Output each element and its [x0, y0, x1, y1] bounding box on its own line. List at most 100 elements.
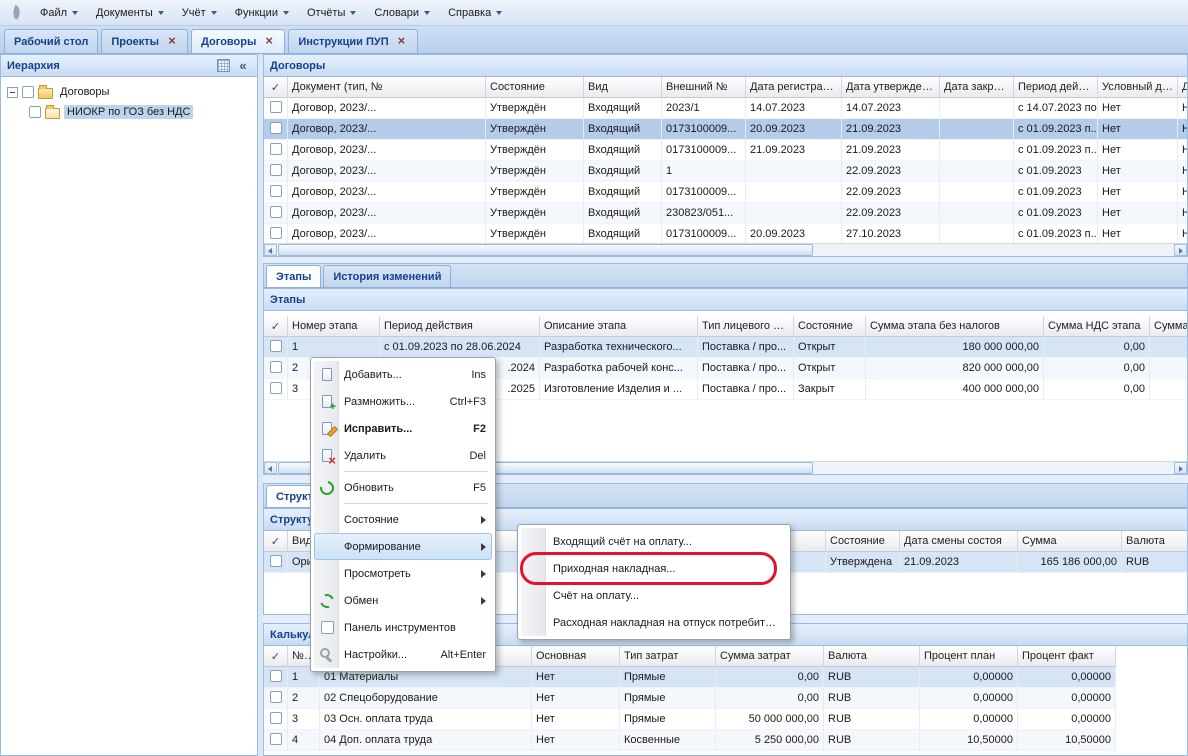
- column-header[interactable]: ✓: [264, 77, 288, 98]
- submenu-item[interactable]: Счёт на оплату...: [521, 582, 787, 609]
- row-checkbox[interactable]: [270, 227, 282, 239]
- row-checkbox[interactable]: [270, 101, 282, 113]
- tree-node[interactable]: Договоры: [4, 82, 254, 102]
- column-header[interactable]: Сумма затрат: [716, 646, 824, 667]
- table-row[interactable]: 303 Осн. оплата трудаНетПрямые50 000 000…: [264, 709, 1116, 730]
- column-header[interactable]: Тип лицевого счёт: [698, 316, 794, 337]
- row-checkbox[interactable]: [270, 164, 282, 176]
- context-menu-item[interactable]: Просмотреть: [314, 560, 492, 587]
- tree-node[interactable]: НИОКР по ГОЗ без НДС: [4, 102, 254, 122]
- column-header[interactable]: Сумма эт...: [1150, 316, 1187, 337]
- row-checkbox[interactable]: [270, 185, 282, 197]
- table-row[interactable]: Договор, 2023/...УтверждёнВходящий017310…: [264, 119, 1187, 140]
- workspace-tab[interactable]: Рабочий стол: [4, 29, 98, 53]
- context-menu-item[interactable]: Состояние: [314, 506, 492, 533]
- row-checkbox[interactable]: [270, 361, 282, 373]
- menubar-item[interactable]: Документы: [88, 3, 172, 23]
- node-checkbox[interactable]: [22, 86, 34, 98]
- context-menu-item[interactable]: Обмен: [314, 587, 492, 614]
- row-checkbox[interactable]: [270, 206, 282, 218]
- row-checkbox[interactable]: [270, 733, 282, 745]
- tree-expander-icon[interactable]: [7, 87, 18, 98]
- column-header[interactable]: Состояние: [794, 316, 866, 337]
- submenu-item[interactable]: Приходная накладная...: [521, 555, 787, 582]
- row-checkbox[interactable]: [270, 340, 282, 352]
- column-header[interactable]: Сумма этапа без налогов: [866, 316, 1044, 337]
- column-header[interactable]: ✓: [264, 316, 288, 337]
- tab-close-icon[interactable]: [263, 36, 275, 48]
- column-header[interactable]: Процент факт: [1018, 646, 1116, 667]
- context-menu-item[interactable]: Формирование: [314, 533, 492, 560]
- submenu-item[interactable]: Входящий счёт на оплату...: [521, 528, 787, 555]
- column-header[interactable]: Условный договор: [1098, 77, 1178, 98]
- column-header[interactable]: Валюта: [824, 646, 920, 667]
- row-checkbox[interactable]: [270, 555, 282, 567]
- context-menu-item[interactable]: Настройки...Alt+Enter: [314, 641, 492, 668]
- column-header[interactable]: Дата утверждения: [842, 77, 940, 98]
- table-row[interactable]: Договор, 2023/...УтверждёнВходящий017310…: [264, 182, 1187, 203]
- row-checkbox[interactable]: [270, 382, 282, 394]
- column-header[interactable]: Внешний №: [662, 77, 746, 98]
- column-header[interactable]: ✓: [264, 646, 288, 667]
- table-row[interactable]: Договор, 2023/...УтверждёнВходящий017310…: [264, 140, 1187, 161]
- submenu-item[interactable]: Расходная накладная на отпуск потребител…: [521, 609, 787, 636]
- table-row[interactable]: 202 СпецоборудованиеНетПрямые0,00RUB0,00…: [264, 688, 1116, 709]
- tab-close-icon[interactable]: [166, 36, 178, 48]
- context-menu-item[interactable]: Исправить...F2: [314, 415, 492, 442]
- menubar-item[interactable]: Справка: [440, 3, 510, 23]
- node-checkbox[interactable]: [29, 106, 41, 118]
- menubar-item[interactable]: Учёт: [174, 3, 225, 23]
- scroll-left-icon[interactable]: [264, 462, 277, 474]
- column-header[interactable]: Документ (тип, №: [288, 77, 486, 98]
- row-checkbox[interactable]: [270, 122, 282, 134]
- column-header[interactable]: Тип затрат: [620, 646, 716, 667]
- row-checkbox[interactable]: [270, 691, 282, 703]
- column-header[interactable]: Описание этапа: [540, 316, 698, 337]
- scroll-right-icon[interactable]: [1174, 462, 1187, 474]
- scroll-thumb[interactable]: [278, 244, 813, 256]
- table-row[interactable]: Договор, 2023/...УтверждёнВходящий122.09…: [264, 161, 1187, 182]
- table-row[interactable]: Договор, 2023/...УтверждёнВходящий230823…: [264, 203, 1187, 224]
- sub-tab[interactable]: Этапы: [266, 265, 321, 287]
- column-header[interactable]: Состояние: [486, 77, 584, 98]
- workspace-tab[interactable]: Договоры: [191, 29, 285, 53]
- row-checkbox[interactable]: [270, 143, 282, 155]
- tab-close-icon[interactable]: [396, 36, 408, 48]
- column-header[interactable]: Сумма НДС этапа: [1044, 316, 1150, 337]
- sub-tab[interactable]: История изменений: [323, 265, 451, 287]
- column-header[interactable]: Период действия: [1014, 77, 1098, 98]
- column-header[interactable]: Дата смены состоя: [900, 531, 1018, 552]
- column-header[interactable]: Номер этапа: [288, 316, 380, 337]
- table-row[interactable]: Договор, 2023/...УтверждёнВходящий2023/1…: [264, 98, 1187, 119]
- workspace-tab[interactable]: Проекты: [101, 29, 188, 53]
- menubar-item[interactable]: Файл: [32, 3, 86, 23]
- context-menu-item[interactable]: УдалитьDel: [314, 442, 492, 469]
- column-header[interactable]: Период действия: [380, 316, 540, 337]
- table-row[interactable]: 404 Доп. оплата трудаНетКосвенные5 250 0…: [264, 730, 1116, 751]
- menubar-item[interactable]: Словари: [366, 3, 438, 23]
- collapse-panel-icon[interactable]: [235, 58, 251, 74]
- column-header[interactable]: Дата закрытия: [940, 77, 1014, 98]
- grid-view-icon[interactable]: [215, 58, 231, 74]
- column-header[interactable]: Вид: [584, 77, 662, 98]
- scroll-left-icon[interactable]: [264, 244, 277, 256]
- menubar-item[interactable]: Функции: [227, 3, 297, 23]
- column-header[interactable]: Дата регистрации: [746, 77, 842, 98]
- context-menu-item[interactable]: Панель инструментов: [314, 614, 492, 641]
- column-header[interactable]: Валюта: [1122, 531, 1187, 552]
- column-header[interactable]: Основная: [532, 646, 620, 667]
- column-header[interactable]: ✓: [264, 531, 288, 552]
- context-menu-item[interactable]: Добавить...Ins: [314, 361, 492, 388]
- context-menu-item[interactable]: ОбновитьF5: [314, 474, 492, 501]
- context-menu-item[interactable]: Размножить...Ctrl+F3: [314, 388, 492, 415]
- table-row[interactable]: 1с 01.09.2023 по 28.06.2024Разработка те…: [264, 337, 1187, 358]
- menubar-item[interactable]: Отчёты: [299, 3, 364, 23]
- row-checkbox[interactable]: [270, 712, 282, 724]
- column-header[interactable]: Процент план: [920, 646, 1018, 667]
- table-row[interactable]: Договор, 2023/...УтверждёнВходящий017310…: [264, 224, 1187, 243]
- column-header[interactable]: Сумма: [1018, 531, 1122, 552]
- row-checkbox[interactable]: [270, 670, 282, 682]
- column-header[interactable]: До...: [1178, 77, 1187, 98]
- workspace-tab[interactable]: Инструкции ПУП: [288, 29, 417, 53]
- column-header[interactable]: Состояние: [826, 531, 900, 552]
